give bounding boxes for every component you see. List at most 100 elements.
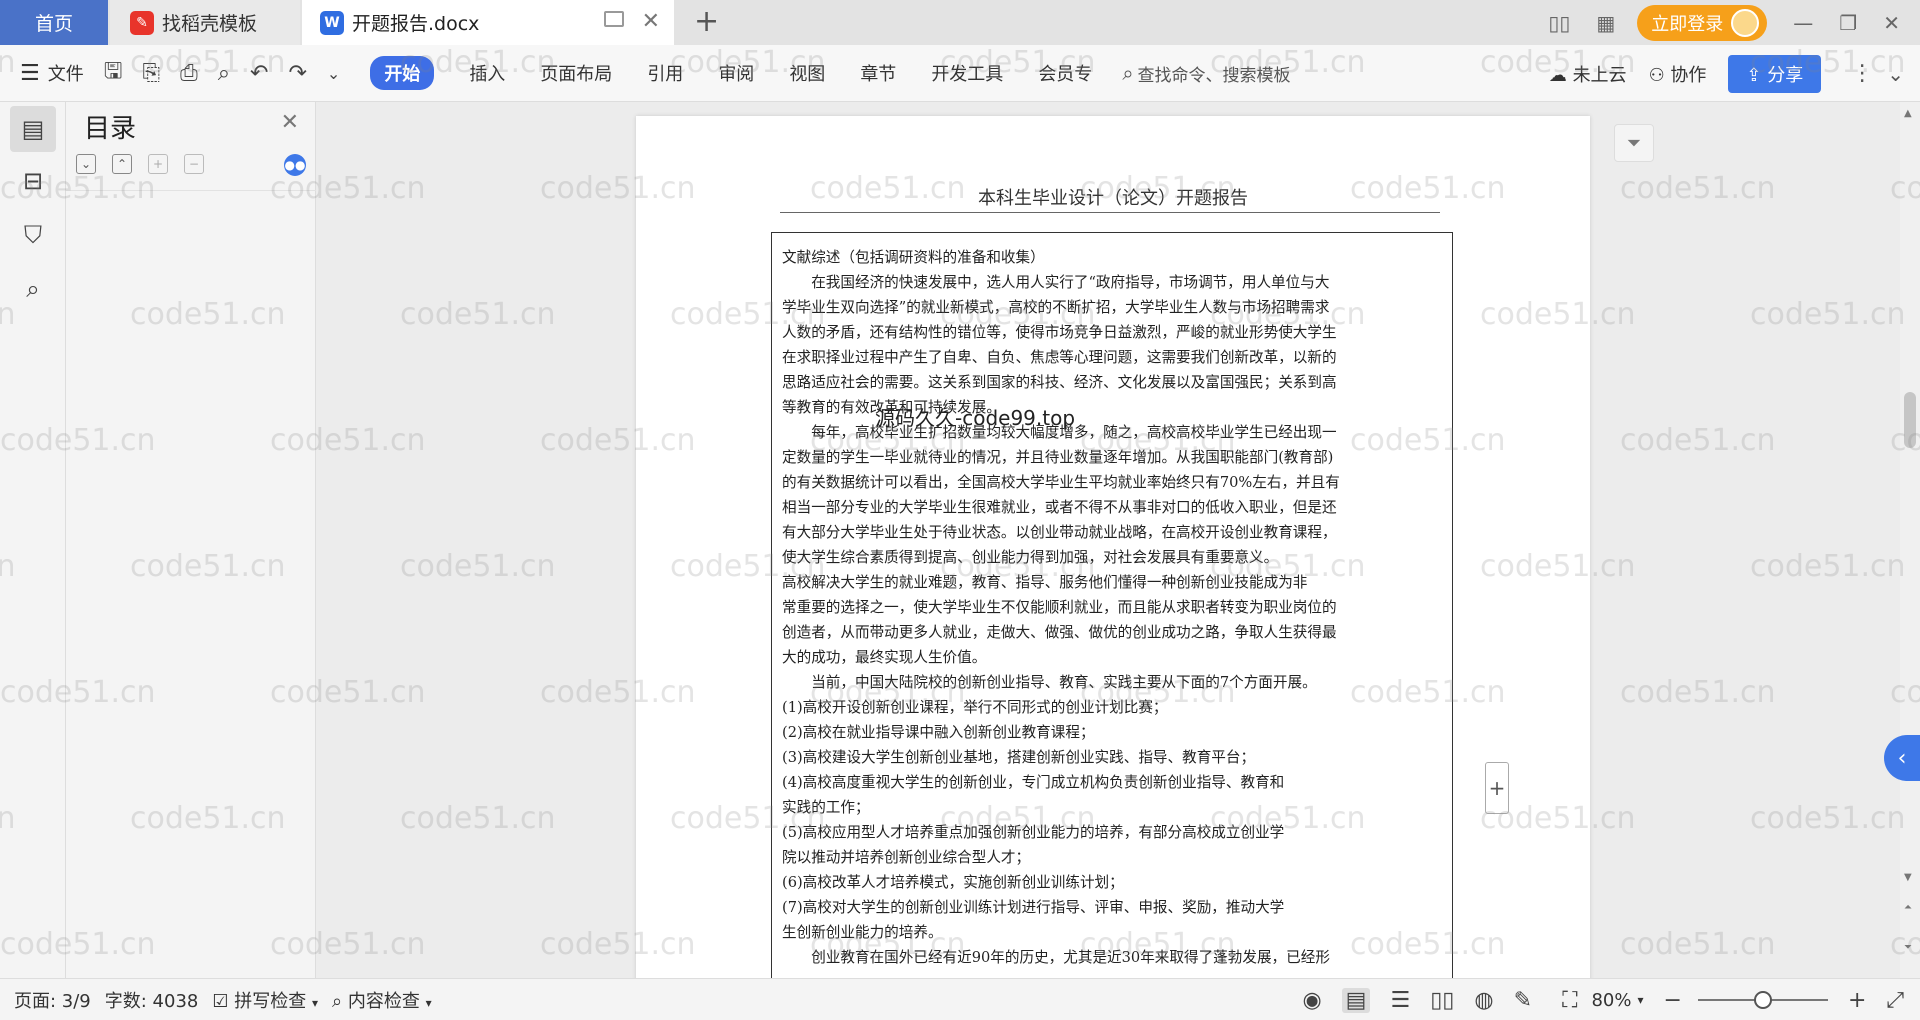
tab-view[interactable]: 视图 <box>789 60 825 86</box>
fullscreen-icon[interactable]: ⤢ <box>1886 988 1904 1013</box>
prev-page-icon[interactable]: ⏶ <box>1904 902 1912 913</box>
collaborate-button[interactable]: ⚇ 协作 <box>1649 61 1707 87</box>
outline-view-icon[interactable]: ☰ <box>1390 988 1410 1013</box>
tab-insert[interactable]: 插入 <box>469 60 505 86</box>
zoom-dropdown-icon[interactable]: ▾ <box>1637 993 1643 1007</box>
web-view-icon[interactable]: ◍ <box>1474 988 1493 1013</box>
new-tab-button[interactable]: + <box>694 4 719 39</box>
quick-access-dropdown-icon[interactable]: ⌄ <box>327 64 340 83</box>
content-check[interactable]: ⌕ 内容检查 ▾ <box>332 987 432 1013</box>
window-pin-icon[interactable] <box>604 11 624 27</box>
tab-start[interactable]: 开始 <box>370 56 435 90</box>
navigation-icon[interactable]: ⊟ <box>10 158 56 204</box>
tab-home[interactable]: 首页 <box>0 0 108 45</box>
document-line[interactable]: 有大部分大学毕业生处于待业状态。以创业带动就业战略，在高校开设创业教育课程， <box>782 520 1442 545</box>
fit-page-icon[interactable]: ⛶ <box>1562 988 1577 1013</box>
page-indicator[interactable]: 页面: 3/9 <box>14 987 91 1013</box>
scroll-down-icon[interactable]: ▼ <box>1904 872 1912 883</box>
login-button[interactable]: 立即登录 <box>1637 4 1768 41</box>
document-page[interactable]: 本科生毕业设计（论文）开题报告 文献综述（包括调研资料的准备和收集） 在我国经济… <box>636 116 1590 978</box>
document-line[interactable]: 在求职择业过程中产生了自卑、自负、焦虑等心理问题，这需要我们创新改革，以新的 <box>782 345 1442 370</box>
document-line[interactable]: 人数的矛盾，还有结构性的错位等，使得市场竞争日益激烈，严峻的就业形势使大学生 <box>782 320 1442 345</box>
document-line[interactable]: 高校解决大学生的就业难题，教育、指导、服务他们懂得一种创新创业技能成为非 <box>782 570 1442 595</box>
redo-icon[interactable]: ↷ <box>288 61 306 86</box>
next-page-icon[interactable]: ⏷ <box>1904 942 1912 953</box>
file-menu[interactable]: ☰ 文件 <box>20 60 84 86</box>
tab-member[interactable]: 会员专 <box>1038 60 1092 86</box>
document-line[interactable]: 创造者，从而带动更多人就业，走做大、做强、做优的创业成功之路，争取人生获得最 <box>782 620 1442 645</box>
cloud-status[interactable]: ☁ 未上云 <box>1549 61 1627 87</box>
toc-panel-icon[interactable]: ▤ <box>10 106 56 152</box>
document-line[interactable]: (3)高校建设大学生创新创业基地，搭建创新创业实践、指导、教育平台； <box>782 745 1442 770</box>
document-line[interactable]: 常重要的选择之一，使大学毕业生不仅能顺利就业，而且能从求职者转变为职业岗位的 <box>782 595 1442 620</box>
tab-document[interactable]: W 开题报告.docx ✕ <box>302 0 674 45</box>
print-preview-icon[interactable]: ⌕ <box>218 61 230 86</box>
document-line[interactable]: (5)高校应用型人才培养重点加强创新创业能力的培养，有部分高校成立创业学 <box>782 820 1442 845</box>
document-line[interactable]: 的有关数据统计可以看出，全国高校大学毕业生平均就业率始终只有70%左右，并且有 <box>782 470 1442 495</box>
zoom-in-icon[interactable]: + <box>1848 988 1866 1013</box>
document-line[interactable]: 思路适应社会的需要。这关系到国家的科技、经济、文化发展以及富国强民；关系到高 <box>782 370 1442 395</box>
document-line[interactable]: (2)高校在就业指导课中融入创新创业教育课程； <box>782 720 1442 745</box>
content-box[interactable]: 文献综述（包括调研资料的准备和收集） 在我国经济的快速发展中，选人用人实行了“政… <box>771 232 1453 978</box>
document-line[interactable]: 创业教育在国外已经有近90年的历史，尤其是近30年来取得了蓬勃发展，已经形 <box>782 945 1442 970</box>
fold-toolbar-icon[interactable]: ⏷ <box>1614 124 1654 162</box>
collapse-all-icon[interactable]: ⌃ <box>112 154 132 174</box>
command-search[interactable]: ⌕ 查找命令、搜索模板 <box>1122 61 1290 86</box>
remove-heading-icon[interactable]: − <box>184 154 204 174</box>
tab-page-layout[interactable]: 页面布局 <box>540 60 612 86</box>
scroll-up-icon[interactable]: ▲ <box>1904 108 1912 119</box>
bookmark-icon[interactable]: ⛉ <box>10 212 56 258</box>
minimize-icon[interactable]: — <box>1793 11 1813 35</box>
zoom-slider-knob[interactable] <box>1753 991 1772 1009</box>
restore-icon[interactable]: ❐ <box>1839 11 1857 35</box>
smart-toc-icon[interactable]: ●● <box>284 154 306 176</box>
add-heading-icon[interactable]: + <box>148 154 168 174</box>
scrollbar-thumb[interactable] <box>1904 392 1916 448</box>
tab-review[interactable]: 审阅 <box>718 60 754 86</box>
document-line[interactable]: (7)高校对大学生的创新创业训练计划进行指导、评审、申报、奖励，推动大学 <box>782 895 1442 920</box>
add-comment-icon[interactable]: + <box>1485 762 1509 814</box>
undo-icon[interactable]: ↶ <box>250 61 268 86</box>
document-line[interactable]: 生创新创业能力的培养。 <box>782 920 1442 945</box>
apps-grid-icon[interactable]: ▦ <box>1596 11 1615 35</box>
export-icon[interactable]: ⎘ <box>142 61 160 86</box>
close-panel-icon[interactable]: ✕ <box>281 110 299 135</box>
document-canvas[interactable]: 本科生毕业设计（论文）开题报告 文献综述（包括调研资料的准备和收集） 在我国经济… <box>316 102 1900 978</box>
reading-view-icon[interactable]: ▯▯ <box>1430 988 1454 1013</box>
collapse-ribbon-icon[interactable]: ⌄ <box>1887 62 1904 86</box>
document-line[interactable]: 相当一部分专业的大学毕业生很难就业，或者不得不从事非对口的低收入职业，但是还 <box>782 495 1442 520</box>
zoom-out-icon[interactable]: − <box>1664 988 1682 1013</box>
document-line[interactable]: 院以推动并培养创新创业综合型人才； <box>782 845 1442 870</box>
tab-developer[interactable]: 开发工具 <box>931 60 1003 86</box>
writing-mode-icon[interactable]: ✎ <box>1514 988 1532 1013</box>
find-icon[interactable]: ⌕ <box>10 266 56 312</box>
document-line[interactable]: (6)高校改革人才培养模式，实施创新创业训练计划； <box>782 870 1442 895</box>
document-line[interactable]: 大的成功，最终实现人生价值。 <box>782 645 1442 670</box>
document-line[interactable]: 定数量的学生一毕业就待业的情况，并且待业数量逐年增加。从我国职能部门(教育部) <box>782 445 1442 470</box>
layout-toggle-icon[interactable]: ▯▯ <box>1548 11 1570 35</box>
page-view-icon[interactable]: ▤ <box>1341 987 1371 1013</box>
close-tab-icon[interactable]: ✕ <box>642 9 660 34</box>
document-line[interactable]: 学毕业生双向选择”的就业新模式，高校的不断扩招，大学毕业生人数与市场招聘需求 <box>782 295 1442 320</box>
tab-chapter[interactable]: 章节 <box>860 60 896 86</box>
document-line[interactable]: 实践的工作； <box>782 795 1442 820</box>
document-line[interactable]: (4)高校高度重视大学生的创新创业，专门成立机构负责创新创业指导、教育和 <box>782 770 1442 795</box>
print-icon[interactable]: ⎙ <box>180 61 198 86</box>
zoom-slider[interactable] <box>1697 991 1828 1009</box>
document-line[interactable]: 当前，中国大陆院校的创新创业指导、教育、实践主要从下面的7个方面开展。 <box>782 670 1442 695</box>
tab-template[interactable]: ✎ 找稻壳模板 <box>110 0 300 45</box>
tab-references[interactable]: 引用 <box>647 60 683 86</box>
expand-all-icon[interactable]: ⌄ <box>76 154 96 174</box>
document-line[interactable]: 使大学生综合素质得到提高、创业能力得到加强，对社会发展具有重要意义。 <box>782 545 1442 570</box>
eye-protection-icon[interactable]: ◉ <box>1302 988 1321 1013</box>
document-line[interactable]: 文献综述（包括调研资料的准备和收集） <box>782 245 1442 270</box>
share-button[interactable]: ⇪ 分享 <box>1728 54 1822 93</box>
spell-check[interactable]: ☑ 拼写检查 ▾ <box>212 987 318 1013</box>
document-line[interactable]: (1)高校开设创新创业课程，举行不同形式的创业计划比赛； <box>782 695 1442 720</box>
more-options-icon[interactable]: ⋮ <box>1851 61 1873 86</box>
close-window-icon[interactable]: ✕ <box>1883 11 1900 35</box>
document-line[interactable]: 在我国经济的快速发展中，选人用人实行了“政府指导，市场调节，用人单位与大 <box>782 270 1442 295</box>
zoom-level[interactable]: 80% <box>1591 990 1631 1011</box>
word-count[interactable]: 字数: 4038 <box>105 987 199 1013</box>
save-icon[interactable]: 🖫 <box>104 54 123 92</box>
